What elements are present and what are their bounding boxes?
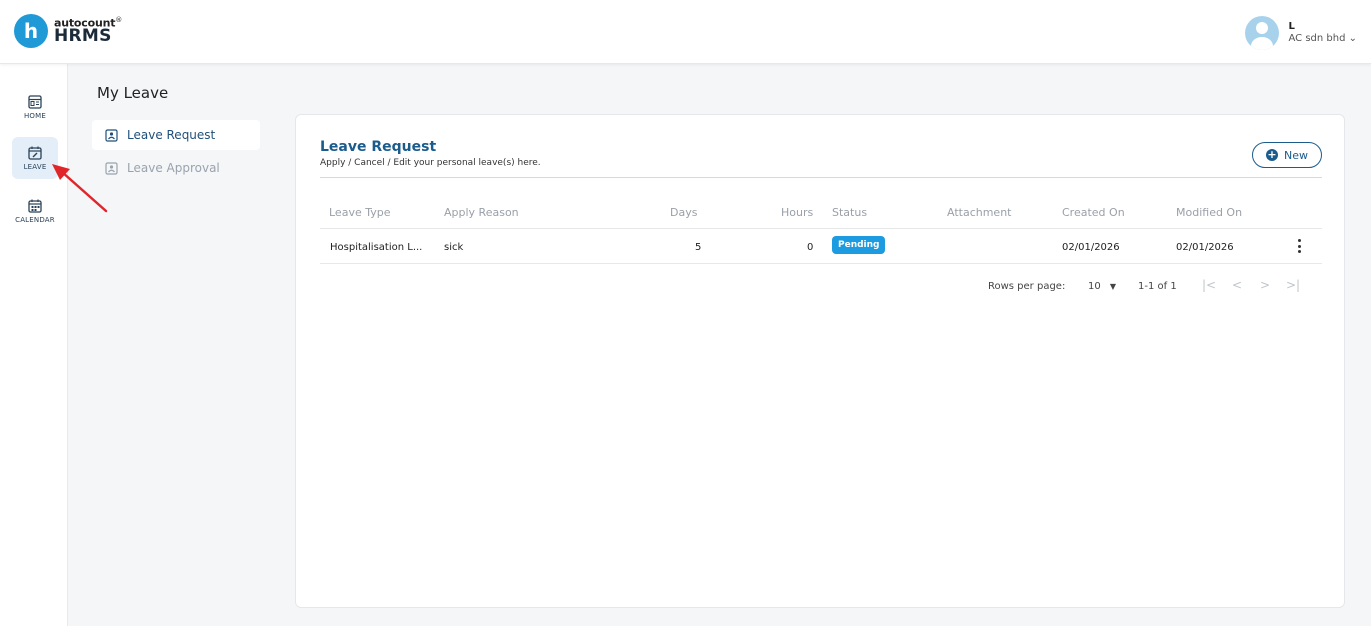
cell-hours: 0 (807, 242, 814, 253)
cell-leave-type: Hospitalisation L... (330, 242, 423, 253)
home-icon (28, 95, 42, 109)
annotation-arrow-icon (52, 164, 108, 213)
first-page-icon[interactable]: |< (1202, 278, 1216, 292)
leave-request-icon (105, 128, 118, 142)
next-page-icon[interactable]: > (1260, 278, 1270, 292)
rows-per-page-select[interactable]: 10 ▼ (1088, 281, 1116, 292)
row-divider (320, 263, 1322, 264)
header-divider (320, 228, 1322, 229)
row-actions-kebab-icon[interactable] (1295, 237, 1303, 255)
new-button[interactable]: + New (1252, 142, 1322, 168)
logo-big-text: HRMS (54, 26, 112, 47)
col-header-hours[interactable]: Hours (781, 206, 813, 219)
rows-per-page-label: Rows per page: (988, 281, 1066, 292)
col-header-attachment[interactable]: Attachment (947, 206, 1012, 219)
subnav-leave-request-label: Leave Request (127, 128, 216, 142)
top-bar: h autocount® HRMS L AC sdn bhd ⌄ (0, 0, 1371, 64)
plus-circle-icon: + (1266, 148, 1278, 161)
cell-days: 5 (695, 242, 702, 253)
col-header-modified-on[interactable]: Modified On (1176, 206, 1242, 219)
user-menu[interactable]: L AC sdn bhd ⌄ (1244, 16, 1358, 50)
left-rail: HOME LEAVE CALENDAR (0, 64, 68, 626)
page-title: My Leave (97, 84, 169, 102)
rows-per-page-value: 10 (1088, 281, 1101, 292)
last-page-icon[interactable]: >| (1286, 278, 1300, 292)
user-name: L (1288, 20, 1295, 32)
rail-label-home: HOME (23, 112, 47, 120)
prev-page-icon[interactable]: < (1232, 278, 1242, 292)
page-range: 1-1 of 1 (1138, 281, 1177, 292)
divider (320, 177, 1322, 178)
subnav-leave-approval-label: Leave Approval (127, 161, 220, 175)
user-info: L AC sdn bhd ⌄ (1289, 21, 1358, 46)
card-title: Leave Request (320, 139, 437, 155)
autocount-hrms-logo[interactable]: h autocount® HRMS (14, 14, 122, 48)
company-selector[interactable]: AC sdn bhd ⌄ (1289, 33, 1358, 46)
avatar[interactable] (1244, 16, 1279, 50)
leave-request-card: Leave Request Apply / Cancel / Edit your… (295, 114, 1345, 608)
logo-wordmark: autocount® HRMS (54, 15, 123, 47)
cell-reason: sick (444, 242, 464, 253)
logo-registered-mark: ® (115, 15, 123, 24)
logo-mark: h (14, 14, 48, 48)
rail-item-home[interactable]: HOME (12, 86, 58, 128)
dropdown-caret-icon: ▼ (1109, 282, 1117, 291)
card-subtitle: Apply / Cancel / Edit your personal leav… (320, 158, 541, 168)
subnav-leave-request[interactable]: Leave Request (92, 120, 260, 150)
cell-created-on: 02/01/2026 (1062, 242, 1120, 253)
col-header-created-on[interactable]: Created On (1062, 206, 1125, 219)
cell-modified-on: 02/01/2026 (1176, 242, 1234, 253)
col-header-days[interactable]: Days (670, 206, 697, 219)
new-button-label: New (1284, 148, 1308, 162)
col-header-apply-reason[interactable]: Apply Reason (444, 206, 519, 219)
col-header-leave-type[interactable]: Leave Type (329, 206, 390, 219)
status-badge: Pending (832, 236, 886, 254)
col-header-status[interactable]: Status (832, 206, 867, 219)
